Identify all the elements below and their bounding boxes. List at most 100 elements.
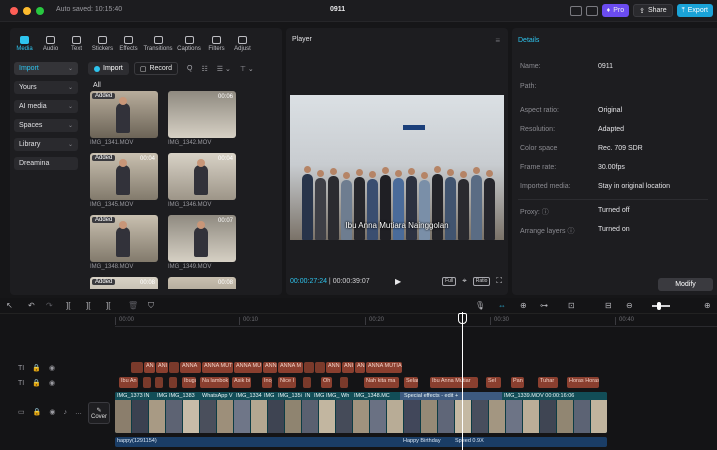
media-item[interactable]: 00:06 IMG_1342.MOV	[168, 91, 238, 153]
zoom-window-button[interactable]	[36, 7, 44, 15]
layout-icon[interactable]	[569, 5, 582, 16]
sidebar-item-spaces[interactable]: Spaces ⌄	[14, 119, 78, 132]
media-item[interactable]: Added IMG_1341.MOV	[90, 91, 160, 153]
text-clip[interactable]: ANN	[263, 362, 277, 373]
text-clip[interactable]	[169, 362, 179, 373]
split-icon[interactable]: ][	[66, 301, 70, 310]
text-clip[interactable]	[131, 362, 143, 373]
text-clip[interactable]: ANI	[342, 362, 354, 373]
split-right-icon[interactable]: ][	[106, 301, 110, 310]
media-item[interactable]: 00:08	[168, 277, 238, 289]
text-clip[interactable]: ANNA MUT	[202, 362, 233, 373]
undo-icon[interactable]: ↶	[28, 301, 35, 310]
delete-icon[interactable]: 🗑	[128, 301, 138, 310]
video-thumbnail[interactable]: 00:04	[168, 153, 236, 200]
text-clip[interactable]: Na lambok	[200, 377, 229, 388]
audio-mute-icon[interactable]: ♪	[63, 409, 67, 416]
full-quality-button[interactable]: Full	[442, 276, 457, 286]
text-clip[interactable]: Inoj	[262, 377, 272, 388]
text-clip[interactable]: Horas Horas	[567, 377, 599, 388]
eye-icon[interactable]: ◉	[49, 408, 55, 416]
share-button[interactable]: ⇪ Share	[633, 4, 673, 17]
filter-icon[interactable]: ⊤ ⌄	[240, 65, 254, 73]
media-item[interactable]: 00:07 IMG_1349.MOV	[168, 215, 238, 277]
text-clip[interactable]: Asik bi	[232, 377, 251, 388]
text-clip[interactable]: ANNA M	[278, 362, 303, 373]
play-icon[interactable]: ▶	[395, 277, 401, 286]
playhead-handle[interactable]	[458, 313, 467, 324]
text-clip[interactable]: ANNA MUTIA	[366, 362, 402, 373]
shield-icon[interactable]: ⛉	[148, 301, 154, 311]
text-clip[interactable]: Oh	[321, 377, 332, 388]
zoom-in-icon[interactable]: ⊕	[704, 301, 711, 310]
text-clip[interactable]: AN	[355, 362, 365, 373]
sidebar-item-ai-media[interactable]: AI media ⌄	[14, 100, 78, 113]
video-thumbnail[interactable]: Added 00:08	[90, 277, 158, 289]
export-button[interactable]: ⤒ Export	[676, 4, 713, 17]
time-ruler[interactable]: 00:00 00:10 00:20 00:30 00:40	[115, 315, 717, 327]
text-clip[interactable]	[143, 377, 151, 388]
text-clip[interactable]: ANNA	[180, 362, 201, 373]
video-thumbnail[interactable]: Added	[90, 215, 158, 262]
audio-track[interactable]: happy(1291154) Happy Birthday Speed 0.9X	[115, 437, 607, 447]
text-clip[interactable]: Selam	[404, 377, 418, 388]
sort-icon[interactable]: ☰ ⌄	[217, 65, 231, 73]
shortcut-icon[interactable]	[585, 5, 598, 16]
video-thumbnail[interactable]: 00:06	[168, 91, 236, 138]
text-clip[interactable]: Ibu An	[119, 377, 138, 388]
link-icon[interactable]: ⇔	[498, 301, 506, 310]
media-item[interactable]: Added 00:08	[90, 277, 160, 289]
tab-media[interactable]: Media	[12, 28, 37, 54]
lock-icon[interactable]: 🔒	[32, 379, 41, 387]
text-clip[interactable]	[169, 377, 177, 388]
eye-icon[interactable]: ◉	[49, 364, 55, 372]
text-clip[interactable]: Tuhar	[538, 377, 558, 388]
text-clip[interactable]	[340, 377, 348, 388]
grid-view-icon[interactable]: ☷	[202, 65, 208, 73]
text-clip[interactable]	[304, 362, 314, 373]
modify-button[interactable]: Modify	[658, 278, 713, 291]
special-effects-bar[interactable]: Special effects - edit +	[400, 392, 502, 400]
select-tool-icon[interactable]: ↖	[6, 301, 13, 310]
tab-transitions[interactable]: Transitions	[142, 28, 174, 54]
record-button[interactable]: ▢ Record	[133, 62, 179, 75]
sidebar-item-yours[interactable]: Yours ⌄	[14, 81, 78, 94]
sidebar-item-library[interactable]: Library ⌄	[14, 138, 78, 151]
text-clip[interactable]: Pan	[511, 377, 524, 388]
tab-stickers[interactable]: Stickers	[90, 28, 115, 54]
text-clip[interactable]: ANN	[326, 362, 341, 373]
video-track[interactable]: IMG_1373 IN IMG IMG_1383 WhatsApp V IMG_…	[115, 392, 607, 433]
text-clip[interactable]: Nah kita ma	[364, 377, 399, 388]
sidebar-item-import[interactable]: Import ⌄	[14, 62, 78, 75]
preview-axis-icon[interactable]: ⊡	[568, 301, 575, 310]
lock-icon[interactable]: 🔒	[32, 364, 41, 372]
text-clip[interactable]	[303, 377, 311, 388]
ratio-button[interactable]: Ratio	[472, 276, 491, 286]
text-clip[interactable]: Ibu Anna Mutiar	[430, 377, 478, 388]
text-clip[interactable]	[155, 377, 163, 388]
project-title[interactable]: 0911	[330, 6, 345, 13]
text-clip[interactable]: ANNA MU	[234, 362, 262, 373]
video-preview[interactable]: Ibu Anna Mutiara Nainggolan	[290, 95, 504, 240]
filter-all-label[interactable]: All	[93, 82, 101, 89]
media-item[interactable]: 00:04 IMG_1346.MOV	[168, 153, 238, 215]
text-clip[interactable]: Sel	[486, 377, 501, 388]
microphone-icon[interactable]: 🎙	[475, 301, 485, 310]
tab-effects[interactable]: Effects	[116, 28, 141, 54]
redo-icon[interactable]: ↷	[46, 301, 53, 310]
eye-icon[interactable]: ◉	[49, 379, 55, 387]
lock-icon[interactable]: 🔒	[33, 408, 42, 416]
tab-audio[interactable]: Audio	[38, 28, 63, 54]
minimize-window-button[interactable]	[23, 7, 31, 15]
cover-button[interactable]: ✎ Cover	[88, 402, 110, 424]
fullscreen-icon[interactable]: ⛶	[496, 276, 502, 286]
zoom-out-icon[interactable]: ⊖	[626, 301, 633, 310]
media-item[interactable]: Added 00:04 IMG_1345.MOV	[90, 153, 160, 215]
more-icon[interactable]: …	[75, 409, 82, 416]
tab-filters[interactable]: Filters	[204, 28, 229, 54]
video-thumbnail[interactable]: 00:07	[168, 215, 236, 262]
zoom-slider[interactable]	[652, 302, 670, 310]
tab-captions[interactable]: Captions	[175, 28, 203, 54]
caption-icon[interactable]: ⊟	[605, 301, 612, 310]
text-clip[interactable]: AN	[144, 362, 155, 373]
